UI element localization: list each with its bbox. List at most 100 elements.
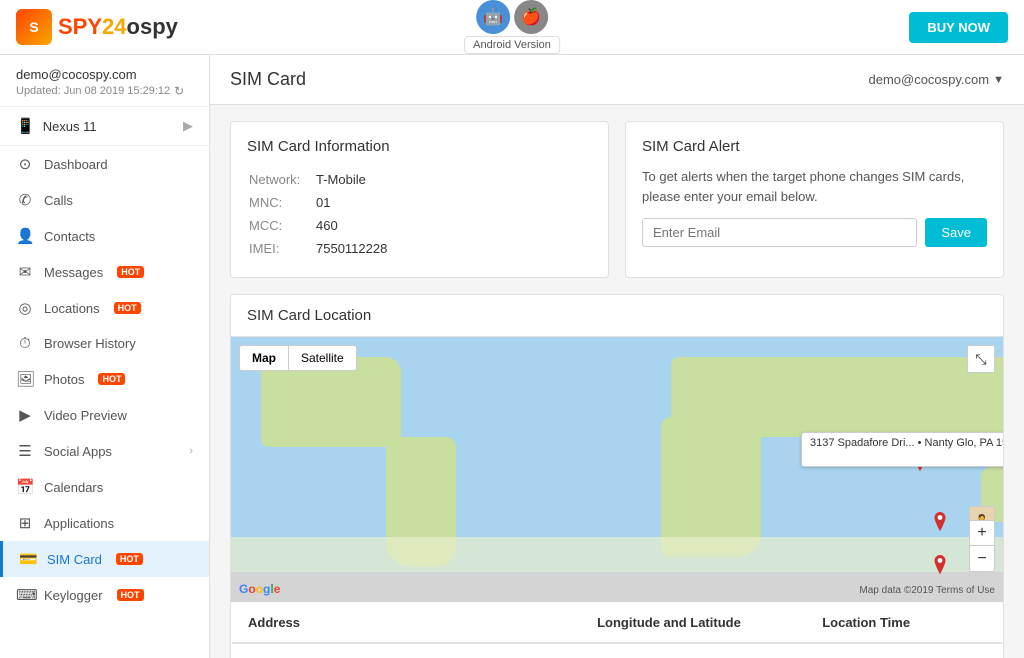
device-name: 📱 Nexus 11 <box>16 117 97 135</box>
map-pin-3[interactable] <box>931 555 949 577</box>
locations-icon: ◎ <box>16 299 34 317</box>
user-menu-email: demo@cocospy.com <box>868 72 989 87</box>
social-apps-icon: ☰ <box>16 442 34 460</box>
account-updated: Updated: Jun 08 2019 15:29:12 ↻ <box>16 84 193 98</box>
top-bar: S SPY 24 ospy 🤖 🍎 Android Version BUY NO… <box>0 0 1024 55</box>
sidebar-item-sim-card[interactable]: 💳 SIM Card HOT <box>0 541 209 577</box>
sidebar-item-applications[interactable]: ⊞ Applications <box>0 505 209 541</box>
sim-card-hot-badge: HOT <box>116 553 143 565</box>
calendars-icon: 📅 <box>16 478 34 496</box>
device-icon: 📱 <box>16 117 35 135</box>
continent-africa <box>661 417 761 557</box>
ios-btn[interactable]: 🍎 <box>514 0 548 34</box>
sim-mnc-value: 01 <box>316 192 590 213</box>
sim-info-table: Network: T-Mobile MNC: 01 MCC: 460 IME <box>247 167 592 261</box>
sidebar-item-label: Photos <box>44 372 84 387</box>
platform-selector: 🤖 🍎 Android Version <box>464 0 560 54</box>
map-container[interactable]: Map Satellite ⤡ 3137 Spadafore Dri... • … <box>231 337 1003 602</box>
main-content: SIM Card demo@cocospy.com ▼ SIM Card Inf… <box>210 55 1024 658</box>
sidebar-item-keylogger[interactable]: ⌨ Keylogger HOT <box>0 577 209 613</box>
sidebar-item-calendars[interactable]: 📅 Calendars <box>0 469 209 505</box>
col-lat-lng: Longitude and Latitude <box>581 603 806 644</box>
locations-hot-badge: HOT <box>114 302 141 314</box>
map-fullscreen-button[interactable]: ⤡ <box>967 345 995 373</box>
sidebar-item-video-preview[interactable]: ▶ Video Preview <box>0 397 209 433</box>
sidebar-item-label: Contacts <box>44 229 95 244</box>
main-layout: demo@cocospy.com Updated: Jun 08 2019 15… <box>0 55 1024 658</box>
sidebar-item-label: Video Preview <box>44 408 127 423</box>
sidebar-item-label: Social Apps <box>44 444 112 459</box>
satellite-view-button[interactable]: Satellite <box>289 345 357 371</box>
android-btn[interactable]: 🤖 <box>476 0 510 34</box>
logo-24: 24 <box>102 14 126 40</box>
android-label: Android Version <box>464 36 560 54</box>
refresh-icon[interactable]: ↻ <box>174 84 184 98</box>
user-menu-arrow-icon: ▼ <box>993 74 1004 86</box>
sim-mcc-row: MCC: 460 <box>249 215 590 236</box>
sidebar-item-locations[interactable]: ◎ Locations HOT <box>0 290 209 326</box>
sim-alert-title: SIM Card Alert <box>642 138 987 155</box>
messages-hot-badge: HOT <box>117 266 144 278</box>
sim-mcc-label: MCC: <box>249 215 314 236</box>
map-pin-2[interactable] <box>931 512 949 534</box>
map-view-button[interactable]: Map <box>239 345 289 371</box>
sim-alert-description: To get alerts when the target phone chan… <box>642 167 987 206</box>
photos-icon: 🖼 <box>16 370 34 388</box>
row-time: 2018-05-04 21:08:29 <box>806 643 1002 658</box>
sidebar-item-label: SIM Card <box>47 552 102 567</box>
sidebar-item-calls[interactable]: ✆ Calls <box>0 182 209 218</box>
map-attribution: Map data ©2019 Terms of Use <box>859 585 995 596</box>
sidebar-item-label: Keylogger <box>44 588 103 603</box>
device-expand-icon[interactable]: ▶ <box>183 118 193 134</box>
social-apps-arrow-icon: › <box>189 445 193 457</box>
sidebar-item-browser-history[interactable]: ⏱ Browser History <box>0 326 209 361</box>
logo-ospy: ospy <box>127 14 178 40</box>
sidebar-item-label: Calendars <box>44 480 103 495</box>
col-time: Location Time <box>806 603 1002 644</box>
save-button[interactable]: Save <box>925 218 987 247</box>
table-body: 4184 Cityview Drive Glenolden, PA 19036 … <box>232 643 1003 658</box>
sidebar-item-dashboard[interactable]: ⊙ Dashboard <box>0 146 209 182</box>
sim-info-row: SIM Card Information Network: T-Mobile M… <box>230 121 1004 278</box>
map-tooltip: 3137 Spadafore Dri... • Nanty Glo, PA 15… <box>801 432 1003 467</box>
sidebar-item-label: Messages <box>44 265 103 280</box>
alert-email-input[interactable] <box>642 218 917 247</box>
dashboard-icon: ⊙ <box>16 155 34 173</box>
zoom-out-button[interactable]: − <box>969 546 995 572</box>
contacts-icon: 👤 <box>16 227 34 245</box>
sim-imei-label: IMEI: <box>249 238 314 259</box>
keylogger-icon: ⌨ <box>16 586 34 604</box>
sim-network-value: T-Mobile <box>316 169 590 190</box>
sim-network-row: Network: T-Mobile <box>249 169 590 190</box>
applications-icon: ⊞ <box>16 514 34 532</box>
sidebar-item-label: Dashboard <box>44 157 108 172</box>
sim-location-title: SIM Card Location <box>231 295 1003 337</box>
sidebar-item-label: Browser History <box>44 336 136 351</box>
browser-history-icon: ⏱ <box>16 335 34 352</box>
page-title: SIM Card <box>230 69 306 90</box>
keylogger-hot-badge: HOT <box>117 589 144 601</box>
sidebar-item-label: Calls <box>44 193 73 208</box>
buy-now-button[interactable]: BUY NOW <box>909 12 1008 43</box>
sidebar-item-social-apps[interactable]: ☰ Social Apps › <box>0 433 209 469</box>
sim-alert-card: SIM Card Alert To get alerts when the ta… <box>625 121 1004 278</box>
messages-icon: ✉ <box>16 263 34 281</box>
platform-icons: 🤖 🍎 <box>476 0 548 34</box>
map-zoom-controls: + − <box>969 520 995 572</box>
sidebar-item-messages[interactable]: ✉ Messages HOT <box>0 254 209 290</box>
photos-hot-badge: HOT <box>98 373 125 385</box>
calls-icon: ✆ <box>16 191 34 209</box>
table-head: Address Longitude and Latitude Location … <box>232 603 1003 644</box>
content-body: SIM Card Information Network: T-Mobile M… <box>210 105 1024 658</box>
fake-map: Map Satellite ⤡ 3137 Spadafore Dri... • … <box>231 337 1003 602</box>
table-row: 4184 Cityview Drive Glenolden, PA 19036 … <box>232 643 1003 658</box>
zoom-in-button[interactable]: + <box>969 520 995 546</box>
sidebar-item-label: Applications <box>44 516 114 531</box>
video-preview-icon: ▶ <box>16 406 34 424</box>
sidebar-item-label: Locations <box>44 301 100 316</box>
row-lat-lng: 39.987583,-75.230015 <box>581 643 806 658</box>
user-menu[interactable]: demo@cocospy.com ▼ <box>868 72 1004 87</box>
sidebar-item-contacts[interactable]: 👤 Contacts <box>0 218 209 254</box>
sidebar-item-photos[interactable]: 🖼 Photos HOT <box>0 361 209 397</box>
sidebar: demo@cocospy.com Updated: Jun 08 2019 15… <box>0 55 210 658</box>
